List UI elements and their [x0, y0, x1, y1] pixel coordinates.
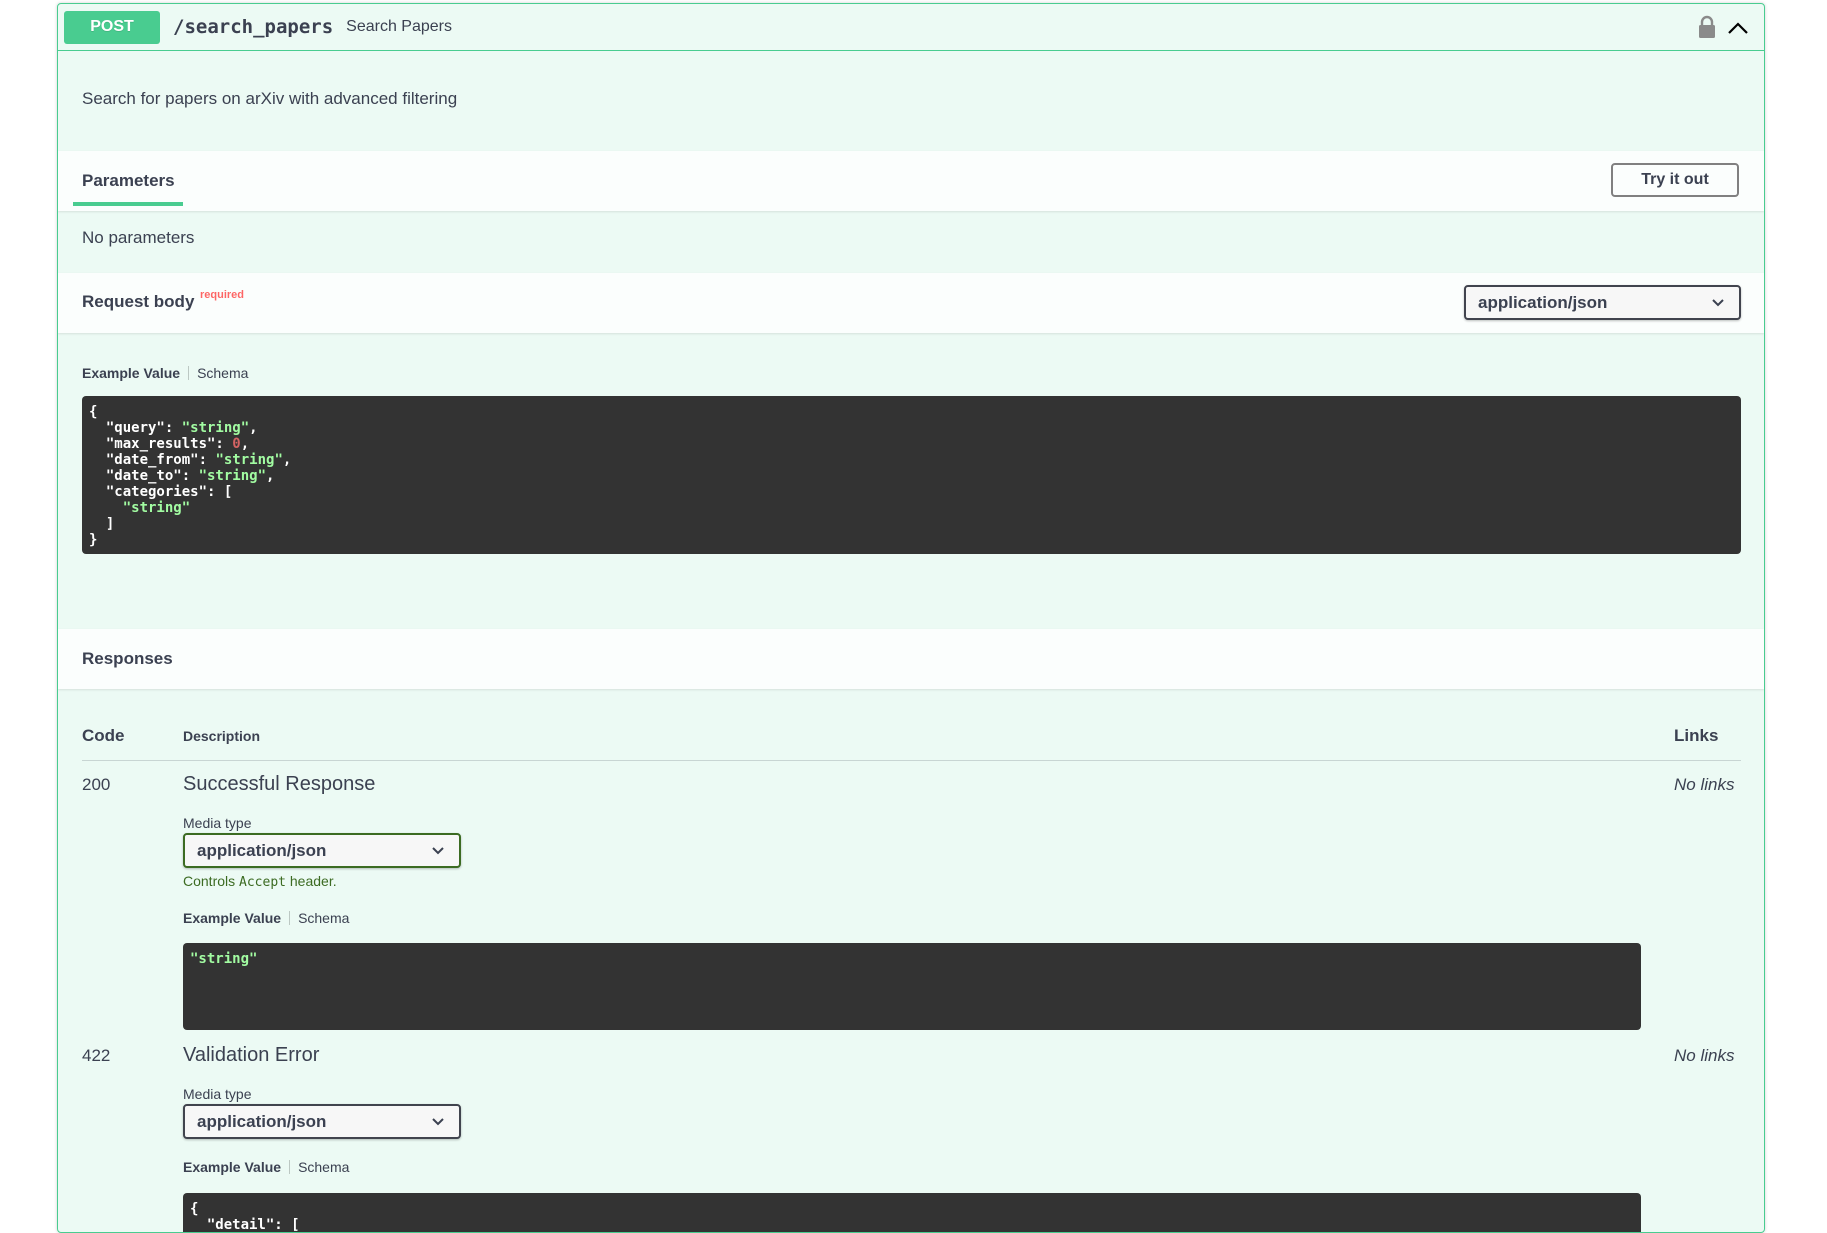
column-header-links: Links — [1674, 726, 1719, 745]
tab-schema[interactable]: Schema — [298, 910, 349, 926]
code-line: { — [89, 404, 98, 420]
request-content-type-select[interactable]: application/json — [1464, 285, 1741, 320]
response-example-code-200: "string" — [183, 943, 1641, 1030]
response-code-422: 422 — [82, 1046, 111, 1065]
chevron-up-icon[interactable] — [1726, 16, 1750, 40]
tab-divider — [289, 1160, 291, 1174]
lock-icon[interactable] — [1698, 15, 1716, 39]
code-string: "string" — [181, 420, 250, 436]
tab-example-value[interactable]: Example Value — [82, 365, 180, 381]
code-string: "string" — [198, 468, 267, 484]
code-punct: , — [240, 436, 250, 452]
response-links-422: No links — [1674, 1046, 1735, 1065]
code-punct: , — [249, 420, 258, 436]
column-header-description: Description — [183, 728, 261, 744]
response-example-code-422: { "detail": [ — [183, 1193, 1641, 1233]
media-type-value: application/json — [197, 840, 327, 860]
response-description-200: Successful Response — [183, 773, 376, 795]
code-line: } — [89, 532, 98, 548]
response-example-tabs-422: Example Value Schema — [183, 1159, 349, 1175]
try-it-out-button[interactable]: Try it out — [1611, 163, 1739, 197]
chevron-down-icon — [432, 1117, 444, 1125]
request-example-tabs: Example Value Schema — [82, 365, 248, 381]
media-type-select-200[interactable]: application/json — [183, 833, 461, 868]
code-string: "string" — [190, 951, 258, 967]
operation-block-post-search-papers: POST /search_papers Search Papers Search… — [57, 3, 1765, 1233]
code-line: "categories": [ — [89, 484, 233, 500]
media-type-select-422[interactable]: application/json — [183, 1104, 461, 1139]
code-key: "query": — [89, 420, 182, 436]
required-label: required — [200, 289, 245, 301]
request-example-code: { "query": "string", "max_results": 0, "… — [82, 396, 1741, 554]
tab-active-underline — [73, 202, 183, 206]
code-number: 0 — [232, 436, 241, 452]
response-links-200: No links — [1674, 775, 1735, 794]
code-punct: , — [282, 452, 292, 468]
column-header-code: Code — [82, 726, 125, 745]
tab-schema[interactable]: Schema — [298, 1159, 349, 1175]
tab-parameters[interactable]: Parameters — [82, 171, 175, 191]
summary-description: Search Papers — [346, 18, 452, 35]
note-text: Controls — [183, 873, 240, 889]
tab-example-value[interactable]: Example Value — [183, 1159, 281, 1175]
code-line: ] — [89, 516, 115, 532]
response-example-tabs-200: Example Value Schema — [183, 910, 349, 926]
code-string: "string" — [89, 500, 191, 516]
operation-description: Search for papers on arXiv with advanced… — [82, 89, 458, 108]
tab-example-value[interactable]: Example Value — [183, 910, 281, 926]
chevron-down-icon — [432, 846, 444, 854]
chevron-down-icon — [1712, 298, 1724, 306]
code-key: "date_from": — [89, 452, 216, 468]
media-type-value: application/json — [197, 1111, 327, 1131]
code-line: "detail": [ — [190, 1217, 300, 1233]
controls-accept-note: Controls Accept header. — [183, 873, 337, 890]
note-code: Accept — [239, 875, 286, 890]
code-line: { — [190, 1201, 199, 1217]
no-parameters-text: No parameters — [82, 228, 195, 247]
tab-divider — [289, 911, 291, 925]
request-content-type-value: application/json — [1478, 292, 1608, 312]
response-description-422: Validation Error — [183, 1044, 320, 1066]
media-type-label: Media type — [183, 1086, 252, 1102]
response-code-200: 200 — [82, 775, 111, 794]
tab-schema[interactable]: Schema — [197, 365, 248, 381]
request-body-header: Request body required application/json — [58, 273, 1764, 333]
code-key: "max_results": — [89, 436, 233, 452]
endpoint-path: /search_papers — [173, 16, 334, 38]
request-body-title: Request body — [82, 292, 195, 311]
operation-summary[interactable]: POST /search_papers Search Papers — [58, 4, 1764, 51]
responses-header: Responses — [58, 629, 1764, 689]
code-key: "date_to": — [89, 468, 199, 484]
code-punct: , — [266, 468, 275, 484]
note-text: header. — [286, 873, 337, 889]
table-divider — [82, 760, 1741, 761]
parameters-header: Parameters Try it out — [58, 151, 1764, 211]
media-type-label: Media type — [183, 815, 252, 831]
code-string: "string" — [215, 452, 283, 468]
responses-title: Responses — [82, 649, 173, 668]
tab-divider — [188, 366, 190, 380]
method-badge: POST — [64, 10, 160, 44]
